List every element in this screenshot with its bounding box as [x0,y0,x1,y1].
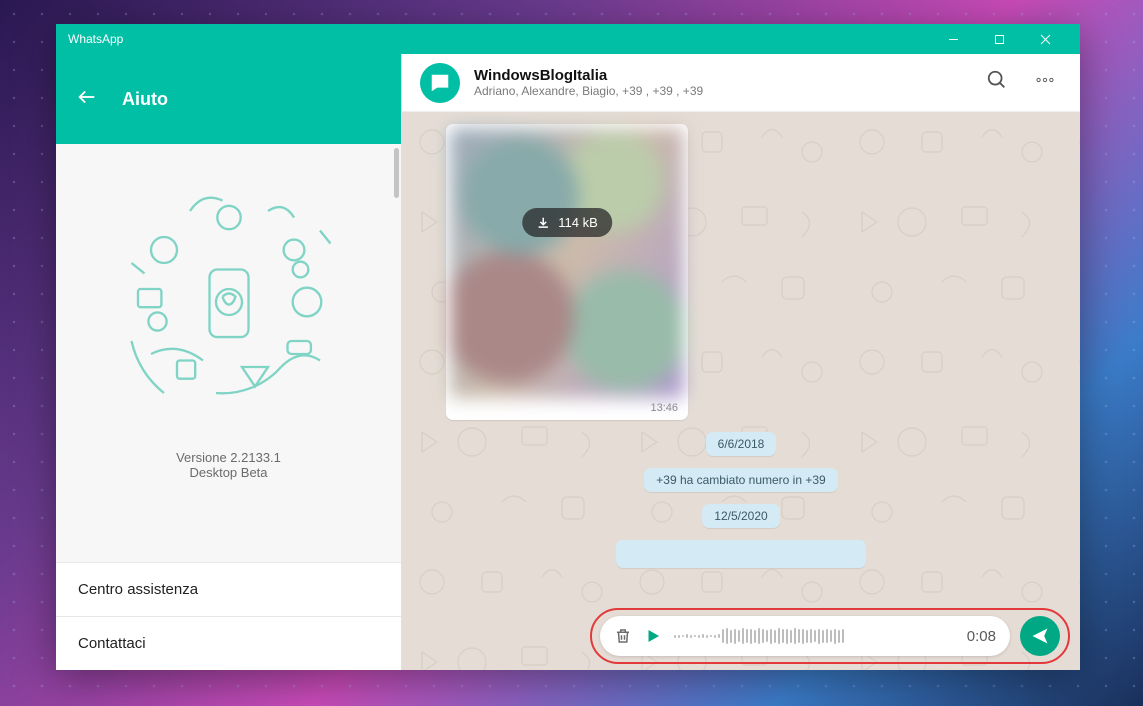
menu-icon[interactable] [1028,63,1062,102]
date-separator: 12/5/2020 [702,504,779,528]
sidebar-main: Versione 2.2133.1 Desktop Beta Centro as… [56,144,401,670]
chat-panel: WindowsBlogItalia Adriano, Alexandre, Bi… [402,54,1080,670]
sidebar-title: Aiuto [122,89,168,110]
chat-subtitle: Adriano, Alexandre, Biagio, +39 , +39 , … [474,84,703,98]
minimize-button[interactable] [930,24,976,54]
group-avatar[interactable] [420,63,460,103]
close-button[interactable] [1022,24,1068,54]
back-button[interactable] [76,86,98,113]
date-separator: 6/6/2018 [706,432,777,456]
app-title: WhatsApp [68,32,930,46]
titlebar: WhatsApp [56,24,1080,54]
play-icon[interactable] [644,627,662,645]
app-window: WhatsApp Aiuto [56,24,1080,670]
voice-recorder: 0:08 [600,616,1010,656]
search-icon[interactable] [980,63,1014,102]
system-message [616,540,866,568]
chat-header[interactable]: WindowsBlogItalia Adriano, Alexandre, Bi… [402,54,1080,112]
message-time: 13:46 [450,398,684,416]
send-button[interactable] [1020,616,1060,656]
recorder-time: 0:08 [967,628,996,645]
maximize-button[interactable] [976,24,1022,54]
download-badge[interactable]: 114 kB [522,208,612,237]
help-center-button[interactable]: Centro assistenza [56,562,401,616]
download-size: 114 kB [558,215,598,230]
scrollbar-thumb[interactable] [394,148,399,198]
waveform[interactable] [674,624,955,648]
chat-title: WindowsBlogItalia [474,67,703,84]
help-doodle-icon [99,172,359,432]
sidebar-header: Aiuto [56,54,401,144]
voice-recorder-highlight: 0:08 [590,608,1070,664]
blurred-image-preview [450,128,684,398]
chat-messages[interactable]: 114 kB 13:46 6/6/2018 +39 ha cambiato nu… [402,112,1080,670]
version-number: Versione 2.2133.1 [176,450,281,465]
image-message[interactable]: 114 kB 13:46 [446,124,688,420]
help-sidebar: Aiuto [56,54,402,670]
contact-us-button[interactable]: Contattaci [56,616,401,670]
version-info: Versione 2.2133.1 Desktop Beta [176,450,281,480]
trash-icon[interactable] [614,626,632,646]
version-beta: Desktop Beta [176,465,281,480]
system-message: +39 ha cambiato numero in +39 [644,468,837,492]
